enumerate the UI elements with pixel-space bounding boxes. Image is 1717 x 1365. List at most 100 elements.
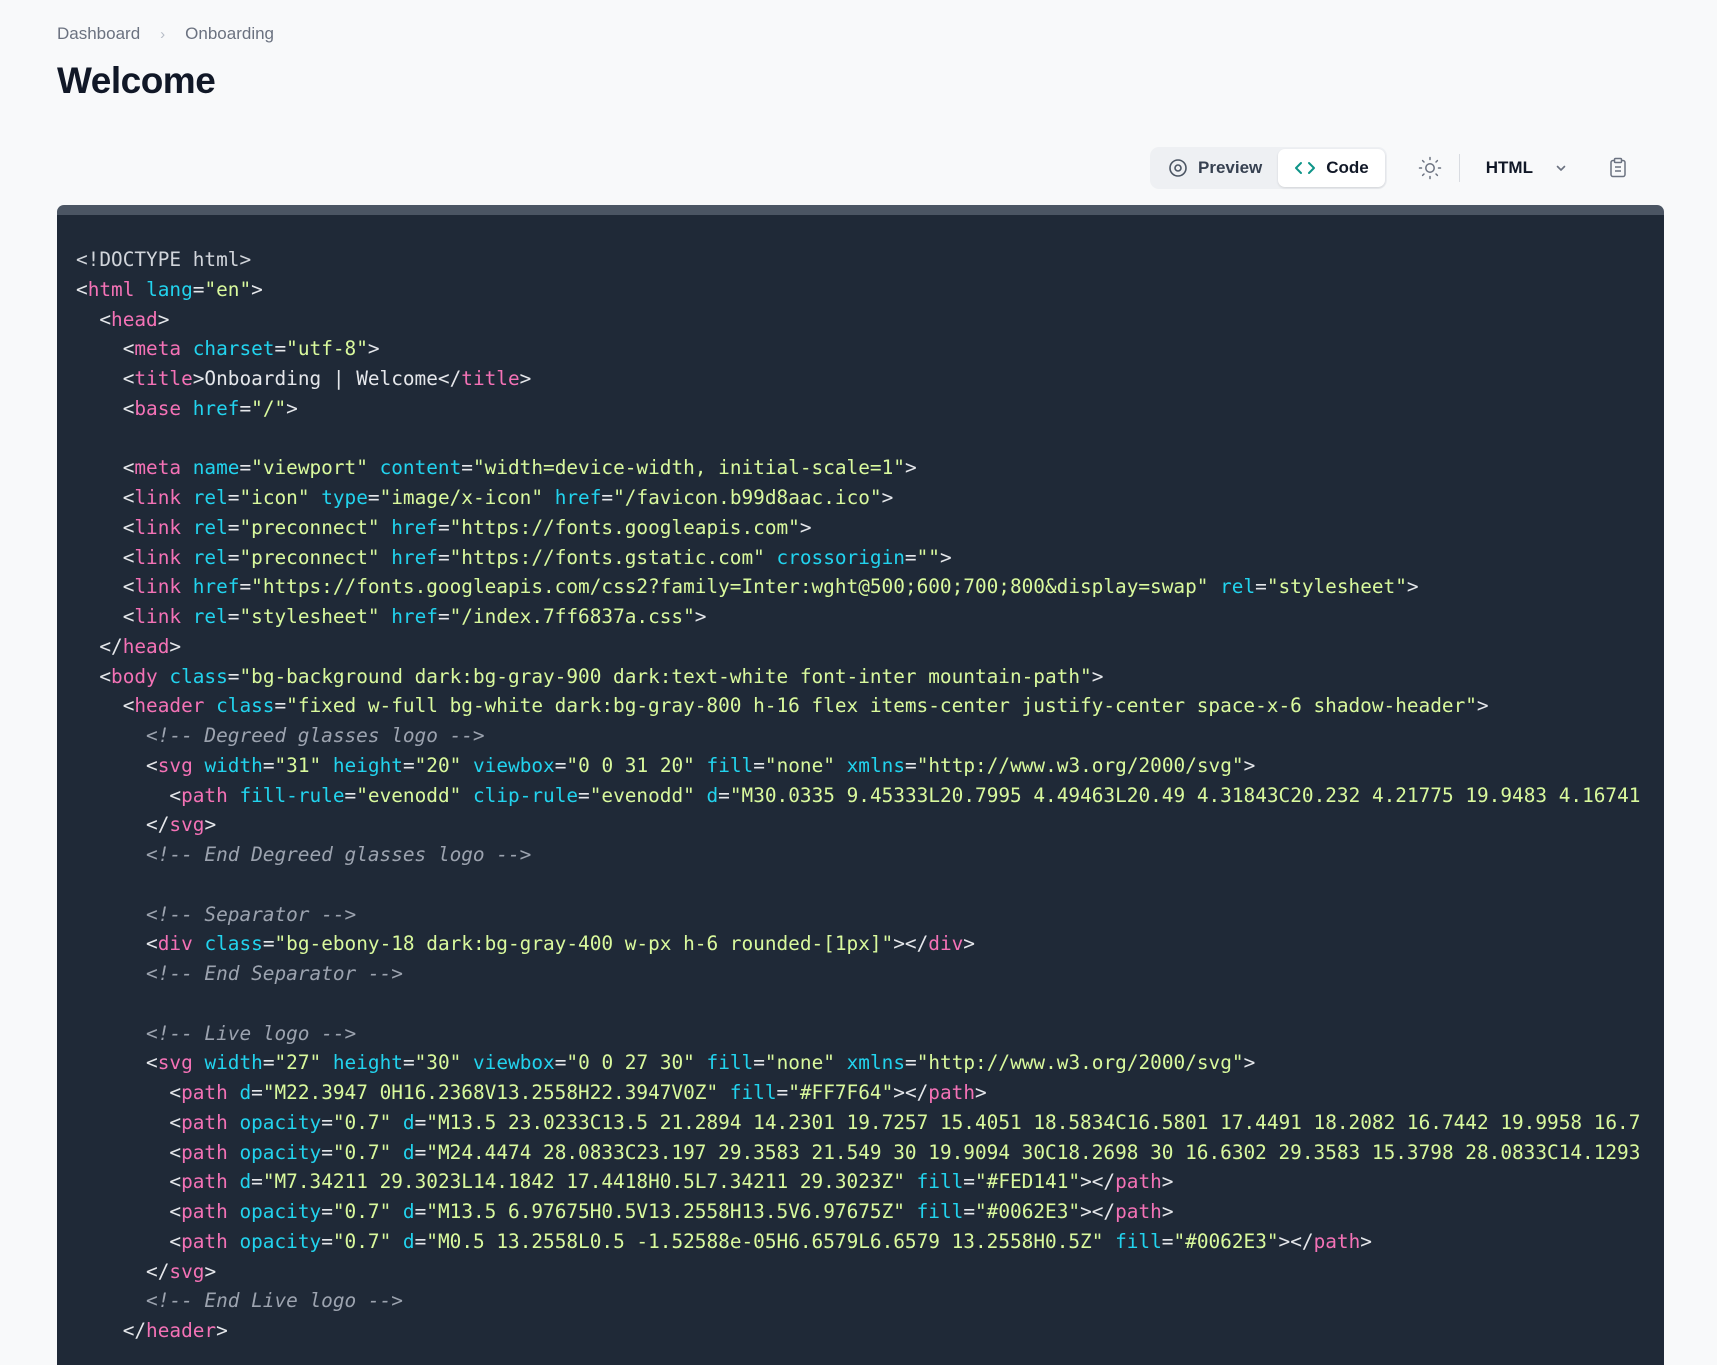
code-token: base: [134, 396, 182, 420]
code-token: =: [321, 1140, 333, 1164]
code-line: </svg>: [76, 1257, 1664, 1287]
code-token: "#FF7F64": [788, 1081, 894, 1104]
code-token: "utf-8": [286, 337, 368, 361]
code-token: "0 0 27 30": [566, 1051, 695, 1075]
code-token: <!-- Separator -->: [76, 902, 357, 926]
code-token: =: [239, 575, 252, 599]
code-block: <!DOCTYPE html> <html lang="en"> <head> <…: [76, 245, 1664, 1346]
code-token: >: [169, 634, 182, 658]
code-token: >: [1243, 1051, 1256, 1075]
code-line: <link rel="preconnect" href="https://fon…: [76, 513, 1664, 543]
code-token: fill: [904, 1170, 964, 1194]
code-token: "0.7": [332, 1140, 392, 1164]
code-token: <!-- End Separator -->: [76, 962, 403, 985]
code-token: </: [76, 1259, 170, 1283]
code-token: html: [87, 277, 135, 301]
code-token: class: [204, 694, 275, 718]
page-title: Welcome: [57, 60, 216, 101]
code-token: "30": [414, 1051, 462, 1075]
code-token: <: [76, 515, 135, 539]
language-select-value: HTML: [1485, 158, 1533, 177]
code-token: "M30.0335 9.45333L20.7995 4.49463L20.49 …: [729, 783, 1641, 807]
code-token: =: [321, 1110, 333, 1134]
code-token: =: [321, 1200, 333, 1223]
preview-button[interactable]: Preview: [1152, 149, 1278, 187]
code-token: svg: [169, 813, 205, 837]
code-token: "0.7": [332, 1200, 392, 1223]
code-line: <!-- Separator -->: [76, 900, 1664, 930]
code-token: opacity: [227, 1200, 322, 1223]
code-token: =: [274, 337, 287, 361]
code-line: <svg width="27" height="30" viewbox="0 0…: [76, 1048, 1664, 1078]
code-token: =: [437, 545, 450, 569]
code-token: ></: [1278, 1229, 1314, 1253]
code-token: charset: [181, 337, 275, 361]
code-line: <title>Onboarding | Welcome</title>: [76, 364, 1664, 394]
code-token: "bg-ebony-18 dark:bg-gray-400 w-px h-6 r…: [274, 932, 894, 956]
code-token: "20": [414, 753, 462, 777]
theme-toggle-button[interactable]: [1411, 149, 1449, 187]
code-token: path: [181, 1110, 228, 1134]
code-token: d: [694, 783, 719, 807]
code-token: title: [134, 367, 193, 390]
code-token: =: [601, 486, 614, 509]
code-token: type: [309, 486, 368, 509]
code-token: xmlns: [834, 1051, 905, 1075]
code-token: "M22.3947 0H16.2368V13.2558H22.3947V0Z": [262, 1081, 719, 1104]
code-token: "0 0 31 20": [566, 753, 695, 777]
code-token: body: [111, 664, 158, 688]
copy-code-button[interactable]: [1599, 149, 1637, 187]
code-token: title: [461, 367, 520, 390]
code-token: rel: [1208, 575, 1256, 599]
code-token: path: [1115, 1170, 1162, 1194]
code-token: d: [227, 1081, 252, 1104]
code-token: "none": [764, 1051, 835, 1075]
code-token: "stylesheet": [1266, 575, 1407, 599]
code-token: ></: [893, 1081, 929, 1104]
code-token: "M24.4474 28.0833C23.197 29.3583 21.549 …: [426, 1140, 1641, 1164]
code-token: "M13.5 6.97675H0.5V13.2558H13.5V6.97675Z…: [426, 1200, 905, 1223]
toolbar-divider: [1458, 154, 1460, 182]
code-token: link: [134, 515, 182, 539]
code-token: crossorigin: [764, 545, 905, 569]
code-line: <!-- End Degreed glasses logo -->: [76, 840, 1664, 870]
code-token: =: [239, 396, 252, 420]
code-token: <!-- End Live logo -->: [76, 1289, 403, 1313]
code-token: =: [1161, 1229, 1174, 1253]
breadcrumb-item-dashboard[interactable]: Dashboard: [57, 24, 140, 44]
code-token: "#0062E3": [975, 1200, 1081, 1223]
code-token: height: [321, 753, 403, 777]
code-button[interactable]: Code: [1278, 149, 1385, 187]
code-token: "bg-background dark:bg-gray-900 dark:tex…: [239, 664, 1092, 688]
preview-button-label: Preview: [1198, 158, 1263, 177]
code-token: d: [391, 1200, 415, 1223]
code-toolbar: Preview Code HTML: [1150, 146, 1717, 190]
code-token: >: [1406, 575, 1419, 599]
code-token: =: [414, 1140, 427, 1164]
code-token: "image/x-icon": [379, 486, 544, 509]
code-line: <link href="https://fonts.googleapis.com…: [76, 572, 1664, 602]
code-token: =: [578, 783, 590, 807]
code-token: =: [905, 753, 917, 777]
code-token: =: [437, 605, 450, 628]
code-token: "https://fonts.googleapis.com/css2?famil…: [251, 575, 1209, 599]
code-token: ></: [1080, 1170, 1116, 1194]
code-line: <!-- End Live logo -->: [76, 1286, 1664, 1316]
code-token: =: [776, 1081, 789, 1104]
code-token: =: [274, 694, 287, 718]
code-token: clip-rule: [461, 783, 579, 807]
code-token: <!DOCTYPE html>: [76, 248, 252, 271]
code-panel[interactable]: <!DOCTYPE html> <html lang="en"> <head> <…: [57, 205, 1664, 1365]
code-line: <base href="/">: [76, 394, 1664, 424]
code-brackets-icon: [1294, 158, 1316, 178]
code-token: <: [76, 307, 112, 331]
eye-icon: [1168, 158, 1188, 178]
code-token: >: [1243, 753, 1256, 777]
code-line: <svg width="31" height="20" viewbox="0 0…: [76, 751, 1664, 781]
language-select[interactable]: HTML: [1472, 158, 1581, 178]
code-token: fill: [694, 753, 754, 777]
code-token: "31": [274, 753, 322, 777]
code-token: fill: [694, 1051, 754, 1075]
breadcrumb-item-onboarding[interactable]: Onboarding: [185, 24, 274, 44]
